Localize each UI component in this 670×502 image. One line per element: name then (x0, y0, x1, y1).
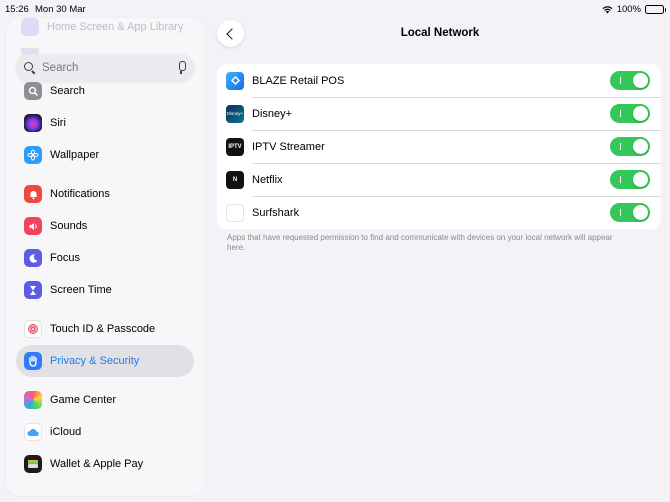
back-button[interactable] (217, 20, 244, 47)
sidebar-item-wallpaper[interactable]: Wallpaper (16, 139, 194, 171)
game-center-icon (24, 391, 42, 409)
disney-app-icon: Disney+ (226, 104, 244, 123)
battery-icon (645, 5, 666, 14)
sidebar-item-label: iCloud (50, 426, 82, 438)
wifi-icon (602, 5, 613, 13)
status-time: 15:26 (5, 4, 29, 15)
sidebar-item-icloud[interactable]: iCloud (16, 416, 194, 448)
sidebar-item-label: Screen Time (50, 284, 112, 296)
local-network-app-list: BLAZE Retail POS Disney+ Disney+ IPTV IP… (217, 64, 661, 229)
list-item: IPTV IPTV Streamer (217, 130, 661, 163)
sidebar-item-siri[interactable]: Siri (16, 107, 194, 139)
search-placeholder: Search (42, 61, 79, 74)
sidebar-item-wallet[interactable]: Wallet & Apple Pay (16, 448, 194, 480)
sidebar-item-privacy-security[interactable]: Privacy & Security (16, 345, 194, 377)
sidebar-item-label: Wallet & Apple Pay (50, 458, 144, 470)
magnifier-icon (24, 82, 42, 100)
list-item: N Netflix (217, 163, 661, 196)
moon-icon (24, 249, 42, 267)
siri-icon (24, 114, 42, 132)
home-screen-icon (21, 18, 39, 36)
list-item: S Surfshark (217, 196, 661, 229)
sidebar-item-focus[interactable]: Focus (16, 242, 194, 274)
sidebar-item-search[interactable]: Search (16, 75, 194, 107)
status-bar: 15:26 Mon 30 Mar 100% (0, 0, 670, 18)
sidebar-item-label: Game Center (50, 394, 117, 406)
app-name: IPTV Streamer (252, 140, 325, 153)
local-network-toggle[interactable] (610, 71, 650, 90)
sidebar-item-label: Siri (50, 117, 66, 129)
local-network-toggle[interactable] (610, 137, 650, 156)
fingerprint-icon (24, 320, 42, 338)
page-title: Local Network (400, 27, 480, 39)
speaker-icon (24, 217, 42, 235)
battery-percent: 100% (616, 4, 641, 15)
flower-icon (24, 146, 42, 164)
iptv-app-icon: IPTV (226, 137, 244, 156)
microphone-icon[interactable] (176, 61, 186, 74)
sidebar-item-game-center[interactable]: Game Center (16, 384, 194, 416)
sidebar-item-label: Sounds (50, 220, 88, 232)
sidebar-item-label: Search (50, 85, 85, 97)
sidebar-item-label: Notifications (50, 188, 110, 200)
sidebar-item-label: Wallpaper (50, 149, 100, 161)
app-name: BLAZE Retail POS (252, 74, 345, 87)
sidebar-item-label: Touch ID & Passcode (50, 323, 156, 335)
local-network-toggle[interactable] (610, 104, 650, 123)
sidebar-item-sounds[interactable]: Sounds (16, 210, 194, 242)
sidebar-item-screen-time[interactable]: Screen Time (16, 274, 194, 306)
sidebar-item-label: Privacy & Security (50, 355, 140, 367)
sidebar-item-label: Home Screen & App Library (47, 21, 184, 33)
list-item: Disney+ Disney+ (217, 97, 661, 130)
netflix-app-icon: N (226, 170, 244, 189)
settings-sidebar: Home Screen & App Library Search Search … (6, 18, 205, 496)
app-name: Disney+ (252, 107, 293, 120)
sidebar-item-home-screen[interactable]: Home Screen & App Library (21, 18, 183, 36)
surfshark-app-icon: S (226, 203, 244, 222)
bell-icon (24, 185, 42, 203)
hand-icon (24, 352, 42, 370)
app-name: Surfshark (252, 206, 300, 219)
wallet-icon (24, 455, 42, 473)
cloud-icon (24, 423, 42, 441)
hourglass-icon (24, 281, 42, 299)
app-name: Netflix (252, 173, 283, 186)
search-icon (24, 61, 36, 74)
sidebar-item-notifications[interactable]: Notifications (16, 178, 194, 210)
list-item: BLAZE Retail POS (217, 64, 661, 97)
blaze-app-icon (226, 71, 244, 90)
sidebar-item-touch-id[interactable]: Touch ID & Passcode (16, 313, 194, 345)
local-network-toggle[interactable] (610, 170, 650, 189)
section-footnote: Apps that have requested permission to f… (227, 233, 613, 252)
chevron-left-icon (226, 27, 238, 40)
sidebar-item-label: Focus (50, 252, 80, 264)
local-network-toggle[interactable] (610, 203, 650, 222)
status-date: Mon 30 Mar (35, 4, 86, 15)
status-right: 100% (602, 4, 666, 15)
